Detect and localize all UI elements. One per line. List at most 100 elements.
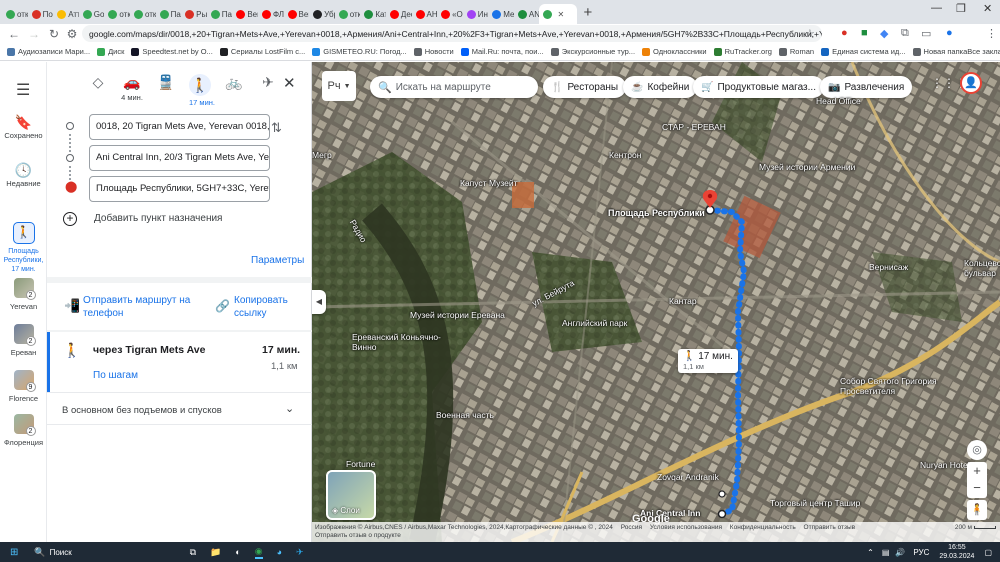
url-field[interactable]: google.com/maps/dir/0018,+20+Tigran+Mets…: [82, 25, 822, 42]
mode-bike-button[interactable]: 🚲: [223, 74, 245, 107]
tab[interactable]: отк: [104, 4, 130, 24]
map-label[interactable]: Площадь Республики: [608, 208, 705, 218]
origin-input[interactable]: 0018, 20 Tigran Mets Ave, Yerevan 0018,: [89, 114, 270, 140]
send-to-phone-icon[interactable]: 📲: [64, 298, 80, 314]
volume-icon[interactable]: 🔊: [895, 548, 905, 557]
sidepanel-icon[interactable]: ▭: [921, 27, 931, 40]
tab[interactable]: Дес: [386, 4, 412, 24]
tab[interactable]: Пал: [207, 4, 232, 24]
profile-icon[interactable]: ●: [946, 27, 953, 39]
tab[interactable]: Атт: [53, 4, 79, 24]
recent-item-florence[interactable]: 9 Florence: [0, 370, 47, 403]
map-label[interactable]: Fortune: [346, 459, 375, 469]
bookmark-item[interactable]: Roman: [778, 47, 814, 56]
map-label[interactable]: Мегр: [312, 150, 332, 160]
back-icon[interactable]: ←: [6, 27, 22, 41]
copy-link-button[interactable]: Копировать ссылку: [234, 294, 304, 320]
search-placeholder[interactable]: Искать на маршруте: [396, 82, 491, 93]
transit-lines-button[interactable]: Рч ▼: [322, 71, 356, 101]
layers-button[interactable]: ◈ Слои: [326, 470, 376, 520]
footer-link[interactable]: Условия использования: [650, 524, 722, 531]
reload-icon[interactable]: ↻: [46, 27, 62, 41]
map-label[interactable]: Собор Святого Григория Просветителя: [840, 376, 950, 396]
scale-label[interactable]: 200 м: [955, 524, 972, 532]
tab[interactable]: Пал: [156, 4, 181, 24]
route-option-card[interactable]: 🚶 через Tigran Mets Ave 17 мин. 1,1 км П…: [47, 332, 312, 392]
parameters-button[interactable]: Параметры: [251, 255, 304, 266]
tab[interactable]: Кат: [360, 4, 386, 24]
extension-opera-icon[interactable]: ●: [841, 27, 848, 39]
map-label[interactable]: Zovqar Andranik: [657, 472, 719, 482]
close-directions-icon[interactable]: ✕: [283, 74, 296, 92]
extension-shield-icon[interactable]: ■: [861, 27, 868, 39]
recent-item-florencia[interactable]: 2 Флоренция: [0, 414, 47, 447]
saved-button[interactable]: 🔖 Сохранено: [0, 114, 47, 140]
footer-link[interactable]: Конфиденциальность: [730, 524, 796, 531]
chip-groceries[interactable]: 🛒 Продуктовые магаз...: [693, 76, 824, 98]
map-label[interactable]: Военная часть: [436, 410, 494, 420]
link-icon[interactable]: 🔗: [215, 299, 230, 313]
tab[interactable]: Инт: [463, 4, 488, 24]
mode-walk-button[interactable]: 🚶 17 мин.: [189, 74, 215, 107]
chip-entertainment[interactable]: 📷 Развлечения: [820, 76, 913, 98]
site-info-icon[interactable]: ⚙: [64, 27, 80, 41]
file-explorer-icon[interactable]: 📁: [210, 547, 221, 558]
swap-icon[interactable]: ⇅: [271, 120, 282, 136]
bookmark-item[interactable]: RuTracker.org: [713, 47, 772, 56]
footer-link[interactable]: Россия: [621, 524, 642, 531]
bookmark-item[interactable]: Speedtest.net by O...: [131, 47, 213, 56]
bookmark-item[interactable]: Mail.Ru: почта, пои...: [460, 47, 544, 56]
bookmark-item[interactable]: Сериалы LostFilm с...: [219, 47, 305, 56]
recent-item-walk[interactable]: 🚶 Площадь Республики, 17 мин.: [0, 222, 47, 274]
menu-dots-icon[interactable]: ⋮: [986, 27, 997, 40]
chip-restaurants[interactable]: 🍴 Рестораны: [543, 76, 627, 98]
search-icon[interactable]: 🔍: [34, 547, 45, 558]
chevron-down-icon[interactable]: ⌄: [285, 402, 294, 415]
stop-input[interactable]: Ani Central Inn, 20/3 Tigran Mets Ave, Y…: [89, 145, 270, 171]
bookmark-item[interactable]: Единая система ид...: [821, 47, 906, 56]
map-label[interactable]: Head Office: [816, 96, 861, 106]
tab[interactable]: Пос: [28, 4, 53, 24]
map-label[interactable]: Ереванский Коньячно-Винно: [352, 332, 442, 352]
map-canvas[interactable]: Рч ▼ 🔍 Искать на маршруте 🍴 Рестораны ☕ Коф…: [312, 62, 1000, 542]
send-route-button[interactable]: Отправить маршрут на телефон: [83, 294, 199, 320]
map-label[interactable]: Nuryan Hotel: [920, 460, 970, 470]
mode-best-button[interactable]: ◇: [87, 74, 109, 107]
notifications-icon[interactable]: ▢: [984, 548, 992, 557]
collapse-panel-icon[interactable]: ◀: [312, 290, 326, 314]
steps-button[interactable]: По шагам: [93, 370, 138, 381]
map-label[interactable]: СТАР - ЕРЕВАН: [662, 122, 726, 132]
map-label[interactable]: Кантар: [669, 296, 697, 306]
bookmark-item[interactable]: Аудиозаписи Мари...: [7, 47, 90, 56]
tab[interactable]: Мес: [488, 4, 514, 24]
recent-button[interactable]: 🕓 Недавние: [0, 162, 47, 188]
account-avatar[interactable]: 👤: [960, 72, 982, 94]
tab[interactable]: Убр: [309, 4, 335, 24]
taskbar-search[interactable]: Поиск: [50, 548, 140, 557]
chip-cafes[interactable]: ☕ Кофейни: [623, 76, 698, 98]
zoom-out-icon[interactable]: −: [967, 480, 987, 498]
bookmark-item[interactable]: Экскурсионные тур...: [550, 47, 635, 56]
mode-transit-button[interactable]: 🚆: [155, 74, 177, 107]
all-bookmarks-button[interactable]: Все закладки: [967, 47, 1000, 56]
tray-arrow-icon[interactable]: ⌃: [867, 548, 874, 557]
maximize-icon[interactable]: ❐: [956, 2, 966, 15]
recent-item-yerevan[interactable]: 2 Yerevan: [0, 278, 47, 311]
clock[interactable]: 16:55 29.03.2024: [939, 543, 974, 561]
mode-car-button[interactable]: 🚗 4 мин.: [121, 74, 143, 107]
footer-link[interactable]: Отправить отзыв: [804, 524, 856, 531]
tab[interactable]: Goo: [79, 4, 104, 24]
windows-start-icon[interactable]: ⊞: [10, 547, 18, 558]
feedback-link[interactable]: Отправить отзыв о продукте: [315, 532, 997, 540]
language-indicator[interactable]: РУС: [913, 548, 929, 557]
minimize-icon[interactable]: —: [931, 2, 942, 14]
map-label[interactable]: Музей истории Еревана: [410, 310, 505, 320]
map-label[interactable]: Торговый центр Ташир: [770, 498, 860, 508]
bookmark-item[interactable]: GISMETEO.RU: Погод...: [312, 47, 407, 56]
tab[interactable]: ФЛС: [258, 4, 284, 24]
close-window-icon[interactable]: ✕: [983, 2, 992, 15]
tab[interactable]: Рын: [181, 4, 207, 24]
task-view-icon[interactable]: ⧉: [190, 547, 196, 558]
tab[interactable]: отк: [130, 4, 156, 24]
map-search-box[interactable]: 🔍 Искать на маршруте: [370, 76, 538, 98]
